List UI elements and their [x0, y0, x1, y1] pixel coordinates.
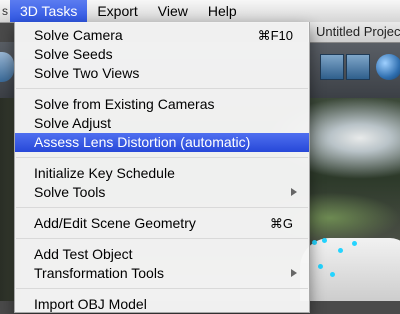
globe-icon[interactable]	[376, 54, 400, 80]
track-point[interactable]	[318, 264, 323, 269]
menubar-stub[interactable]: s	[0, 0, 10, 22]
menu-item-solve-camera[interactable]: Solve Camera ⌘F10	[15, 26, 309, 45]
menu-item-add-test-object[interactable]: Add Test Object	[15, 245, 309, 264]
menu-export[interactable]: Export	[87, 0, 147, 22]
menu-item-label: Solve Tools	[34, 184, 106, 200]
submenu-arrow-icon	[291, 269, 297, 277]
menu-separator	[16, 157, 308, 158]
3d-tasks-dropdown: Solve Camera ⌘F10 Solve Seeds Solve Two …	[14, 22, 310, 313]
menu-view[interactable]: View	[148, 0, 198, 22]
window-title: Untitled Project	[308, 22, 400, 43]
track-point[interactable]	[338, 248, 343, 253]
menu-bar: s 3D Tasks Export View Help	[0, 0, 400, 23]
menu-item-label: Solve Seeds	[34, 46, 113, 62]
menu-item-import-obj-model[interactable]: Import OBJ Model	[15, 295, 309, 314]
menu-help[interactable]: Help	[198, 0, 247, 22]
menu-item-initialize-key-schedule[interactable]: Initialize Key Schedule	[15, 164, 309, 183]
menu-item-transformation-tools[interactable]: Transformation Tools	[15, 264, 309, 283]
menu-item-label: Add Test Object	[34, 246, 133, 262]
shortcut-label: ⌘F10	[257, 28, 293, 43]
menu-item-solve-adjust[interactable]: Solve Adjust	[15, 114, 309, 133]
submenu-arrow-icon	[291, 188, 297, 196]
menu-separator	[16, 207, 308, 208]
menu-item-label: Initialize Key Schedule	[34, 165, 175, 181]
menu-separator	[16, 288, 308, 289]
menu-item-label: Import OBJ Model	[34, 296, 147, 312]
menu-item-label: Solve from Existing Cameras	[34, 96, 215, 112]
track-point[interactable]	[312, 240, 317, 245]
menu-separator	[16, 88, 308, 89]
viewport-split-icon[interactable]	[346, 54, 370, 80]
menu-item-solve-existing-cameras[interactable]: Solve from Existing Cameras	[15, 95, 309, 114]
menu-3d-tasks[interactable]: 3D Tasks	[10, 0, 88, 22]
menu-item-add-edit-scene-geometry[interactable]: Add/Edit Scene Geometry ⌘G	[15, 214, 309, 233]
menu-item-label: Solve Adjust	[34, 115, 112, 131]
track-point[interactable]	[352, 241, 357, 246]
menu-item-label: Transformation Tools	[34, 265, 164, 281]
track-point[interactable]	[322, 238, 327, 243]
menu-item-solve-seeds[interactable]: Solve Seeds	[15, 45, 309, 64]
shortcut-label: ⌘G	[269, 216, 293, 231]
white-car	[300, 238, 400, 301]
menu-item-solve-tools[interactable]: Solve Tools	[15, 183, 309, 202]
viewport-grid-icon[interactable]	[320, 54, 344, 80]
menu-item-assess-lens-distortion[interactable]: Assess Lens Distortion (automatic)	[15, 133, 309, 152]
menu-item-label: Solve Two Views	[34, 65, 140, 81]
track-point[interactable]	[330, 272, 335, 277]
menu-separator	[16, 238, 308, 239]
menu-item-label: Assess Lens Distortion (automatic)	[34, 134, 251, 150]
menu-item-label: Add/Edit Scene Geometry	[34, 215, 196, 231]
menu-item-solve-two-views[interactable]: Solve Two Views	[15, 64, 309, 83]
menu-item-label: Solve Camera	[34, 27, 123, 43]
